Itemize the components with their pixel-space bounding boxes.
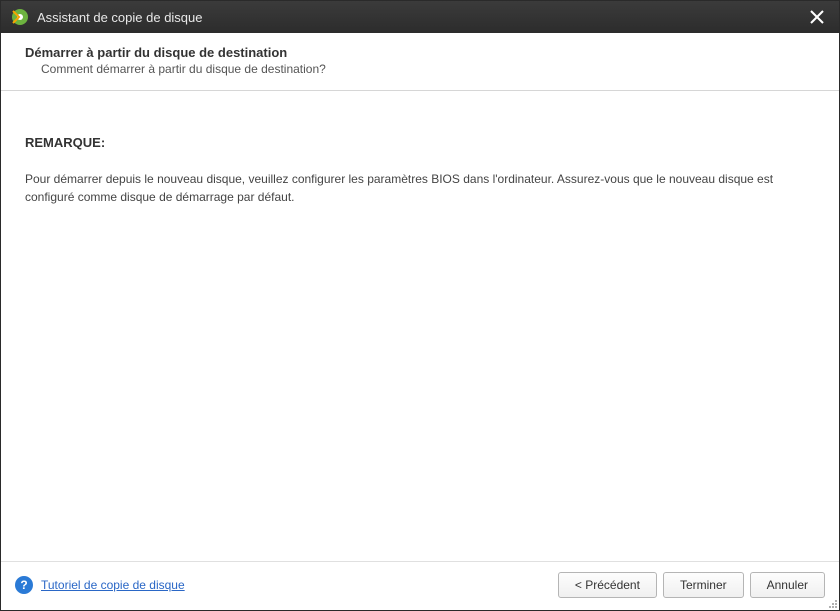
previous-button[interactable]: < Précédent xyxy=(558,572,657,598)
note-body: Pour démarrer depuis le nouveau disque, … xyxy=(25,170,815,206)
page-title: Démarrer à partir du disque de destinati… xyxy=(25,45,839,60)
resize-grip-icon[interactable] xyxy=(828,599,838,609)
help-link[interactable]: Tutoriel de copie de disque xyxy=(41,578,185,592)
titlebar: Assistant de copie de disque xyxy=(1,1,839,33)
note-heading: REMARQUE: xyxy=(25,135,815,150)
help-area: ? Tutoriel de copie de disque xyxy=(15,576,552,594)
wizard-window: Assistant de copie de disque Démarrer à … xyxy=(0,0,840,611)
finish-button[interactable]: Terminer xyxy=(663,572,744,598)
app-icon xyxy=(11,8,29,26)
cancel-button[interactable]: Annuler xyxy=(750,572,825,598)
close-icon[interactable] xyxy=(805,5,829,29)
content-area: REMARQUE: Pour démarrer depuis le nouvea… xyxy=(1,91,839,561)
footer-bar: ? Tutoriel de copie de disque < Précéden… xyxy=(1,561,839,610)
help-icon: ? xyxy=(15,576,33,594)
window-title: Assistant de copie de disque xyxy=(37,10,805,25)
header-panel: Démarrer à partir du disque de destinati… xyxy=(1,33,839,91)
page-subtitle: Comment démarrer à partir du disque de d… xyxy=(41,62,839,76)
